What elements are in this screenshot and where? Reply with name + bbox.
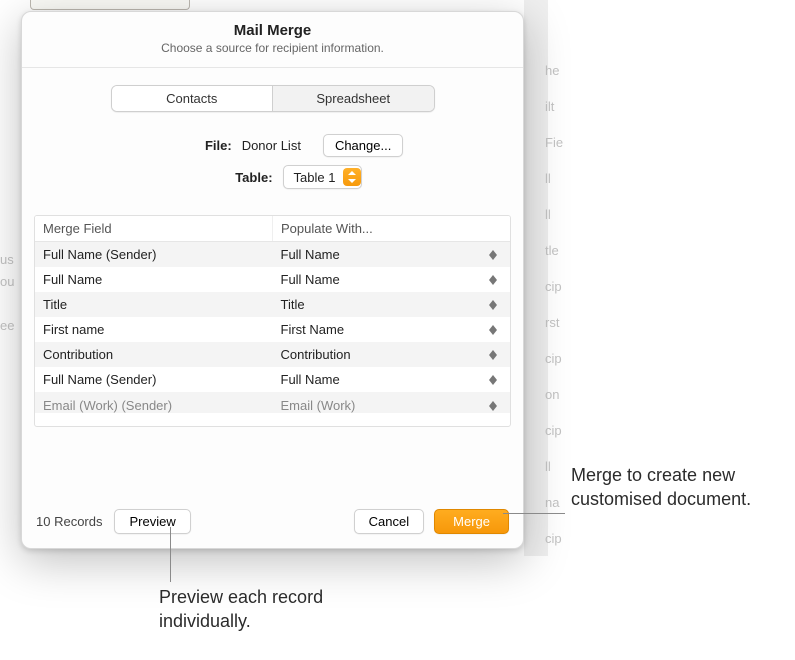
merge-field-table: Merge Field Populate With... Full Name (… — [34, 215, 511, 427]
chevron-up-down-icon — [343, 168, 361, 186]
table-row: TitleTitle — [35, 292, 510, 317]
merge-field-cell: Contribution — [35, 342, 273, 367]
dialog-subtitle: Choose a source for recipient informatio… — [38, 41, 507, 55]
file-value: Donor List — [242, 138, 301, 153]
bg-card-fragment — [30, 0, 190, 10]
merge-field-cell: Full Name — [35, 267, 273, 292]
col-header-merge-field[interactable]: Merge Field — [35, 216, 273, 242]
merge-button[interactable]: Merge — [434, 509, 509, 534]
merge-field-cell: Title — [35, 292, 273, 317]
chevron-up-down-icon — [486, 325, 500, 335]
merge-field-cell: First name — [35, 317, 273, 342]
callout-preview: Preview each record individually. — [159, 585, 379, 634]
populate-with-cell[interactable]: Full Name — [273, 242, 511, 268]
table-row: ContributionContribution — [35, 342, 510, 367]
merge-field-cell: Email (Work) (Sender) — [35, 392, 273, 413]
record-count: 10 Records — [36, 514, 102, 529]
file-label: File: — [142, 138, 242, 153]
chevron-up-down-icon — [486, 300, 500, 310]
source-segmented-control: Contacts Spreadsheet — [111, 85, 435, 112]
populate-with-cell[interactable]: Title — [273, 292, 511, 317]
table-row: Full NameFull Name — [35, 267, 510, 292]
callout-line — [170, 527, 171, 582]
table-select[interactable]: Table 1 — [283, 165, 363, 189]
mail-merge-dialog: Mail Merge Choose a source for recipient… — [21, 11, 524, 549]
table-select-value: Table 1 — [294, 170, 336, 185]
dialog-footer: 10 Records Preview Cancel Merge — [22, 495, 523, 548]
preview-button[interactable]: Preview — [114, 509, 190, 534]
cancel-button[interactable]: Cancel — [354, 509, 424, 534]
chevron-up-down-icon — [486, 401, 500, 411]
table-row: First nameFirst Name — [35, 317, 510, 342]
dialog-title: Mail Merge — [38, 22, 507, 39]
table-row: Full Name (Sender)Full Name — [35, 242, 510, 268]
callout-line — [503, 513, 565, 514]
tab-spreadsheet[interactable]: Spreadsheet — [272, 86, 434, 111]
populate-with-cell[interactable]: Email (Work) — [273, 392, 511, 413]
chevron-up-down-icon — [486, 275, 500, 285]
change-file-button[interactable]: Change... — [323, 134, 403, 157]
populate-with-cell[interactable]: Full Name — [273, 267, 511, 292]
table-row: Full Name (Sender)Full Name — [35, 367, 510, 392]
merge-field-cell: Full Name (Sender) — [35, 242, 273, 268]
dialog-header: Mail Merge Choose a source for recipient… — [22, 12, 523, 68]
chevron-up-down-icon — [486, 375, 500, 385]
callout-merge: Merge to create new customised document. — [571, 463, 781, 512]
chevron-up-down-icon — [486, 250, 500, 260]
tab-contacts[interactable]: Contacts — [112, 86, 273, 111]
table-row: Email (Work) (Sender)Email (Work) — [35, 392, 510, 413]
table-label: Table: — [183, 170, 283, 185]
populate-with-cell[interactable]: Full Name — [273, 367, 511, 392]
merge-field-cell: Full Name (Sender) — [35, 367, 273, 392]
bg-right-text: he ilt Fie ll ll tle cip rst cip on cip … — [545, 0, 570, 556]
chevron-up-down-icon — [486, 350, 500, 360]
col-header-populate-with[interactable]: Populate With... — [273, 216, 511, 242]
populate-with-cell[interactable]: Contribution — [273, 342, 511, 367]
populate-with-cell[interactable]: First Name — [273, 317, 511, 342]
